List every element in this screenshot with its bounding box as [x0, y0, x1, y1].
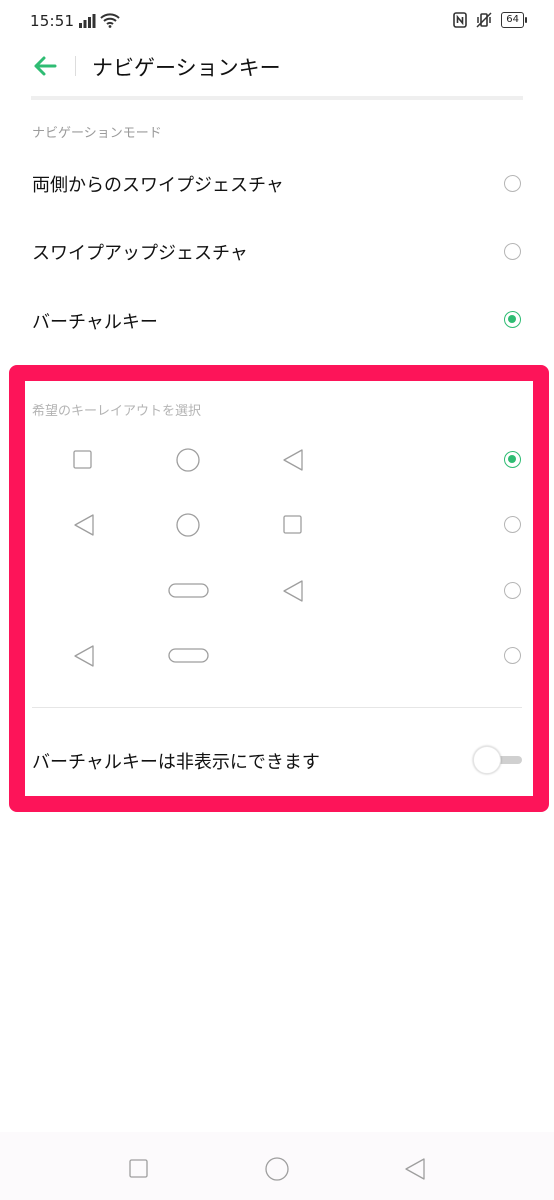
page-title: ナビゲーションキー [92, 56, 281, 80]
key-layout-row-4[interactable] [30, 634, 524, 678]
section-divider [32, 707, 522, 708]
radio-layout-2[interactable] [504, 516, 521, 533]
back-triangle-icon [74, 514, 94, 536]
navigation-mode-label: ナビゲーションモード [32, 126, 162, 141]
radio-virtual-keys[interactable] [504, 311, 521, 328]
square-icon [73, 450, 92, 469]
back-icon[interactable] [404, 1157, 426, 1181]
option-virtual-keys[interactable]: バーチャルキー [32, 308, 158, 334]
option-swipe-both-sides[interactable]: 両側からのスワイプジェスチャ [32, 171, 284, 197]
wifi-icon [100, 13, 120, 28]
radio-layout-1[interactable] [504, 451, 521, 468]
back-triangle-icon [74, 645, 94, 667]
back-triangle-icon [283, 449, 303, 471]
header-divider [31, 96, 523, 100]
back-arrow-icon[interactable] [32, 53, 58, 79]
status-time: 15:51 [30, 12, 75, 30]
status-icons-right: 64 [453, 12, 527, 28]
square-icon [283, 515, 302, 534]
battery-indicator: 64 [501, 12, 527, 28]
home-icon[interactable] [265, 1157, 289, 1181]
option-swipe-up[interactable]: スワイプアップジェスチャ [32, 239, 248, 265]
vibrate-icon [476, 12, 492, 28]
recent-apps-icon[interactable] [129, 1159, 149, 1179]
circle-icon [176, 513, 200, 537]
circle-icon [176, 448, 200, 472]
key-layout-row-2[interactable] [30, 503, 524, 547]
radio-swipe-both-sides[interactable] [504, 175, 521, 192]
header-separator [75, 56, 76, 76]
signal-icon [79, 14, 96, 28]
back-triangle-icon [283, 580, 303, 602]
radio-layout-4[interactable] [504, 647, 521, 664]
key-layout-row-3[interactable] [30, 569, 524, 613]
pill-icon [168, 648, 209, 663]
key-layout-label: 希望のキーレイアウトを選択 [32, 404, 202, 419]
key-layout-row-1[interactable] [30, 438, 524, 482]
pill-icon [168, 583, 209, 598]
radio-layout-3[interactable] [504, 582, 521, 599]
nfc-icon [453, 12, 468, 28]
status-icons-left [78, 13, 120, 28]
hide-virtual-keys-label: バーチャルキーは非表示にできます [32, 752, 320, 773]
radio-swipe-up[interactable] [504, 243, 521, 260]
hide-virtual-keys-toggle[interactable] [473, 746, 501, 774]
